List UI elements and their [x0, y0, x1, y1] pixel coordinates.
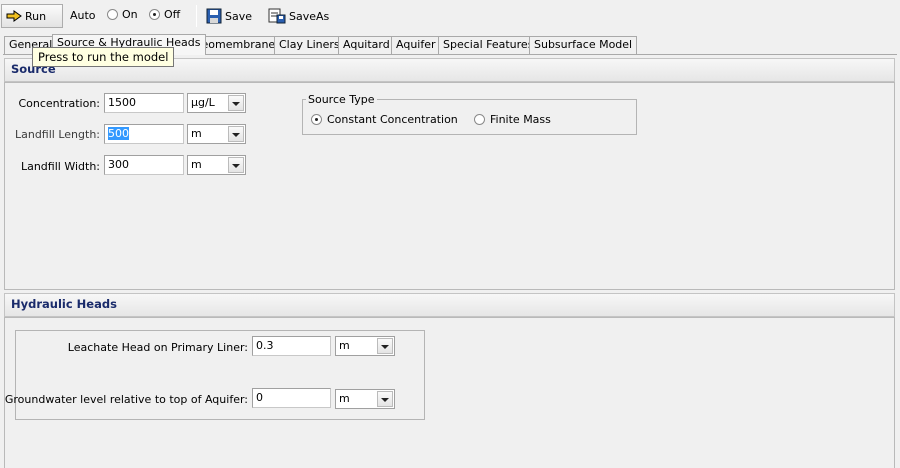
finite-mass-label: Finite Mass — [490, 113, 551, 126]
groundwater-level-unit-value: m — [339, 392, 350, 405]
leachate-head-input[interactable]: 0.3 — [252, 336, 331, 356]
save-disk-icon — [206, 8, 222, 24]
tab-subsurface-model[interactable]: Subsurface Model — [529, 36, 638, 54]
landfill-length-unit-select[interactable]: m — [187, 124, 246, 144]
landfill-length-value: 500 — [108, 127, 129, 140]
landfill-length-input[interactable]: 500 — [104, 124, 184, 144]
leachate-head-value: 0.3 — [256, 339, 274, 352]
auto-on-radio-circle — [107, 9, 118, 20]
constant-concentration-label: Constant Concentration — [327, 113, 458, 126]
constant-concentration-radio-circle — [311, 114, 322, 125]
concentration-value: 1500 — [108, 96, 136, 109]
concentration-unit-select[interactable]: µg/L — [187, 93, 246, 113]
hydraulic-heads-section-header: Hydraulic Heads — [4, 293, 895, 317]
auto-off-label: Off — [164, 8, 181, 21]
chevron-down-icon[interactable] — [377, 338, 393, 354]
landfill-width-unit-select[interactable]: m — [187, 155, 246, 175]
tab-special-features-label: Special Features — [443, 38, 534, 51]
tab-geomembranes-label: Geomembranes — [193, 38, 281, 51]
chevron-down-icon[interactable] — [228, 126, 244, 142]
save-button[interactable]: Save — [202, 5, 256, 27]
groundwater-level-input[interactable]: 0 — [252, 388, 331, 408]
auto-on-radio[interactable]: On — [107, 8, 138, 21]
run-arrow-icon — [6, 10, 22, 22]
concentration-label: Concentration: — [18, 97, 100, 110]
auto-off-radio[interactable]: Off — [149, 8, 180, 21]
groundwater-level-value: 0 — [256, 391, 263, 404]
chevron-down-icon[interactable] — [228, 157, 244, 173]
tab-aquifer[interactable]: Aquifer — [391, 36, 441, 54]
leachate-head-label: Leachate Head on Primary Liner: — [67, 341, 248, 354]
hydraulic-heads-heading: Hydraulic Heads — [11, 297, 117, 311]
landfill-width-unit-value: m — [191, 158, 202, 171]
groundwater-level-label: Groundwater level relative to top of Aqu… — [4, 393, 248, 406]
tab-clay-liners[interactable]: Clay Liners — [274, 36, 345, 54]
run-label: Run — [25, 9, 47, 23]
source-type-title: Source Type — [306, 93, 377, 106]
finite-mass-radio[interactable]: Finite Mass — [474, 113, 551, 126]
concentration-input[interactable]: 1500 — [104, 93, 184, 113]
landfill-length-unit-value: m — [191, 127, 202, 140]
run-tooltip: Press to run the model — [32, 47, 175, 67]
concentration-unit-value: µg/L — [191, 96, 215, 109]
chevron-down-icon[interactable] — [377, 391, 393, 407]
finite-mass-radio-circle — [474, 114, 485, 125]
saveas-icon — [268, 8, 286, 24]
auto-off-radio-circle — [149, 9, 160, 20]
run-button[interactable]: Run — [1, 4, 63, 28]
landfill-width-value: 300 — [108, 158, 129, 171]
constant-concentration-radio[interactable]: Constant Concentration — [311, 113, 458, 126]
groundwater-level-unit-select[interactable]: m — [335, 389, 395, 409]
tab-special-features[interactable]: Special Features — [438, 36, 539, 54]
tab-aquitard[interactable]: Aquitard — [338, 36, 395, 54]
auto-on-label: On — [122, 8, 138, 21]
saveas-button[interactable]: SaveAs — [264, 5, 333, 27]
landfill-width-input[interactable]: 300 — [104, 155, 184, 175]
tab-subsurface-model-label: Subsurface Model — [534, 38, 633, 51]
tab-clay-liners-label: Clay Liners — [279, 38, 340, 51]
landfill-length-label: Landfill Length: — [14, 128, 100, 141]
saveas-label: SaveAs — [289, 9, 330, 23]
leachate-head-unit-value: m — [339, 339, 350, 352]
tab-aquifer-label: Aquifer — [396, 38, 436, 51]
landfill-width-label: Landfill Width: — [20, 160, 100, 173]
auto-label: Auto — [70, 9, 96, 22]
tab-aquitard-label: Aquitard — [343, 38, 390, 51]
leachate-head-unit-select[interactable]: m — [335, 336, 395, 356]
chevron-down-icon[interactable] — [228, 95, 244, 111]
save-label: Save — [225, 9, 253, 23]
toolbar-separator — [196, 5, 197, 27]
